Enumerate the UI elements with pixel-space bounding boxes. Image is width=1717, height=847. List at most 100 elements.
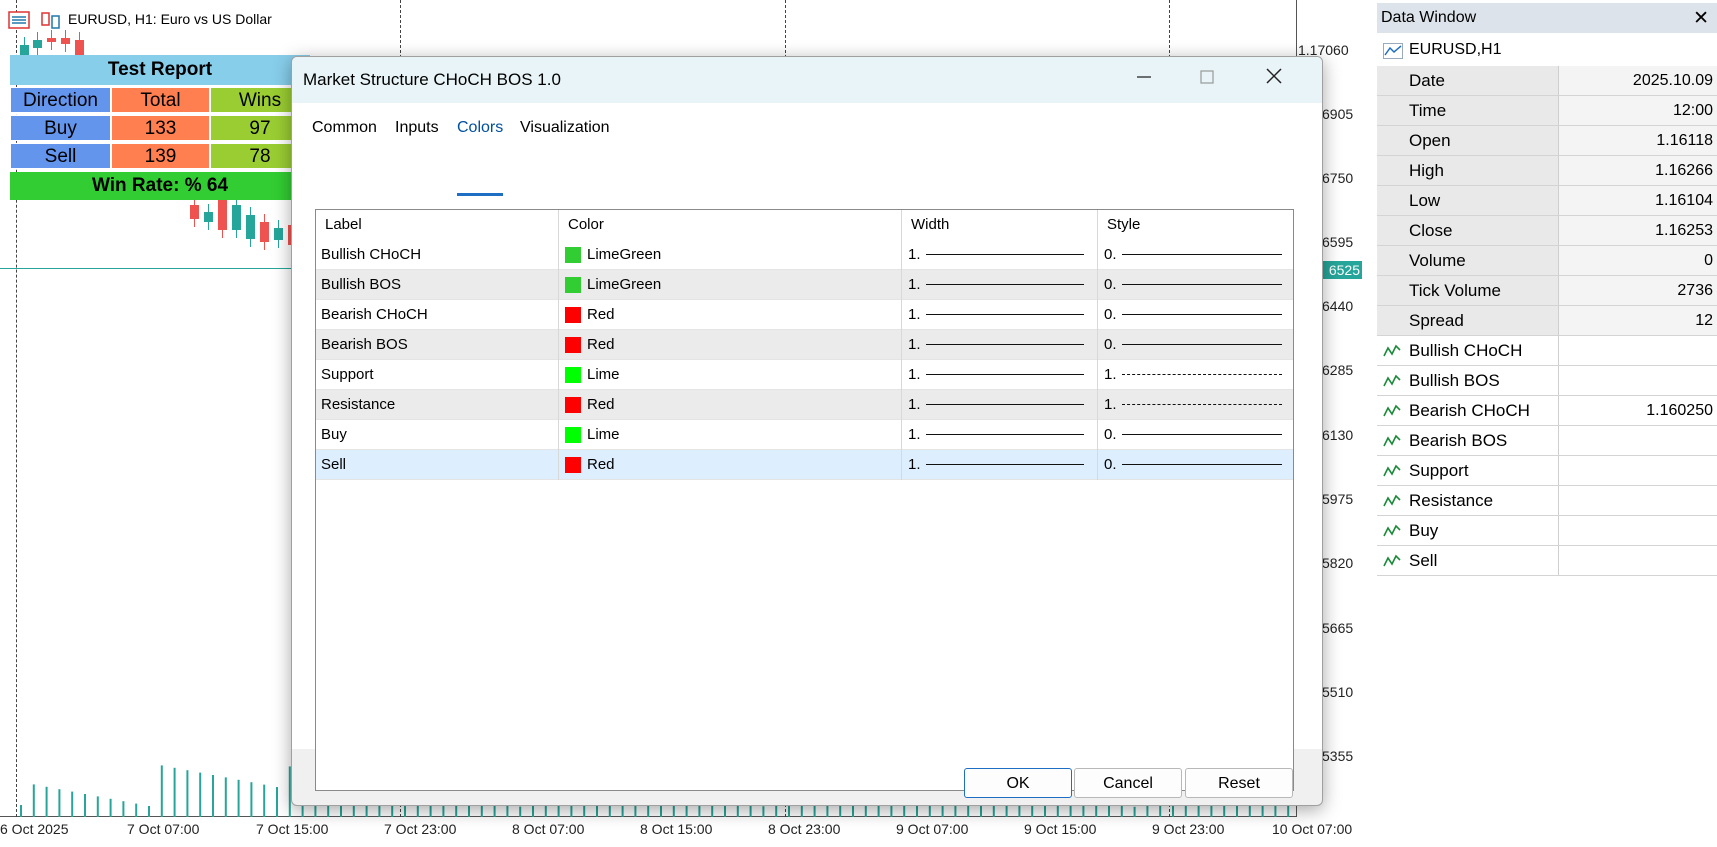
width-select[interactable]: 1. [902,300,1098,330]
color-swatch [565,247,581,263]
column-header-color[interactable]: Color [559,210,902,240]
indicator-row: Sell [1377,546,1717,576]
color-row[interactable]: Bearish CHoCH Red 1. 0. [316,300,1293,330]
indicator-row: Buy [1377,516,1717,546]
color-picker[interactable]: LimeGreen [559,270,902,300]
color-row[interactable]: Support Lime 1. 1. [316,360,1293,390]
style-select[interactable]: 0. [1098,330,1293,360]
data-row: Spread 12 [1377,306,1717,336]
time-tick: 8 Oct 15:00 [640,821,713,837]
reset-button[interactable]: Reset [1185,768,1293,798]
data-row-value: 1.16253 [1559,216,1717,245]
indicator-row: Support [1377,456,1717,486]
width-select[interactable]: 1. [902,390,1098,420]
style-select[interactable]: 1. [1098,390,1293,420]
volume-bar [1248,805,1251,817]
ok-button[interactable]: OK [964,768,1072,798]
color-row[interactable]: Bearish BOS Red 1. 0. [316,330,1293,360]
color-row[interactable]: Bullish CHoCH LimeGreen 1. 0. [316,240,1293,270]
volume-bar [122,801,125,817]
color-picker[interactable]: Red [559,330,902,360]
close-button[interactable] [1260,67,1288,95]
style-select[interactable]: 0. [1098,300,1293,330]
column-header-width[interactable]: Width [902,210,1098,240]
row-label: Bearish CHoCH [316,300,559,330]
width-value: 1. [908,276,921,293]
data-row: High 1.16266 [1377,156,1717,186]
indicator-row: Resistance [1377,486,1717,516]
color-picker[interactable]: LimeGreen [559,240,902,270]
width-value: 1. [908,246,921,263]
volume-bar [250,782,253,817]
data-window-header[interactable]: Data Window ✕ [1377,3,1717,33]
color-picker[interactable]: Lime [559,420,902,450]
data-window: Data Window ✕ EURUSD,H1 Date 2025.10.09 Ti… [1377,0,1717,847]
style-select[interactable]: 1. [1098,360,1293,390]
width-select[interactable]: 1. [902,240,1098,270]
color-row[interactable]: Resistance Red 1. 1. [316,390,1293,420]
tab-inputs[interactable]: Inputs [395,119,439,137]
indicator-row-label: Bearish BOS [1377,426,1559,455]
line-chart-icon [1383,43,1403,59]
minimize-button[interactable] [1130,67,1158,95]
color-picker[interactable]: Red [559,450,902,480]
width-select[interactable]: 1. [902,450,1098,480]
style-value: 0. [1104,426,1117,443]
volume-bar [45,786,48,817]
tab-colors[interactable]: Colors [457,119,503,137]
color-name: LimeGreen [587,246,662,263]
price-tick: 6440 [1322,298,1354,314]
time-tick: 8 Oct 23:00 [768,821,841,837]
color-row[interactable]: Buy Lime 1. 0. [316,420,1293,450]
data-window-title: Data Window [1381,9,1477,26]
data-row-label: Tick Volume [1377,276,1559,305]
color-row[interactable]: Bullish BOS LimeGreen 1. 0. [316,270,1293,300]
row-label: Bullish BOS [316,270,559,300]
indicator-row: Bearish BOS [1377,426,1717,456]
width-select[interactable]: 1. [902,330,1098,360]
width-select[interactable]: 1. [902,270,1098,300]
color-swatch [565,427,581,443]
volume-bar [96,796,99,817]
volume-bar [58,789,61,817]
colors-grid[interactable]: Label Color Width Style Bullish CHoCH Lim… [315,209,1294,791]
active-tab-indicator [457,193,503,196]
width-value: 1. [908,336,921,353]
report-title: Test Report [10,55,310,85]
column-header-style[interactable]: Style [1098,210,1293,240]
indicator-row: Bullish BOS [1377,366,1717,396]
width-line-preview [926,284,1084,285]
style-select[interactable]: 0. [1098,450,1293,480]
tab-common[interactable]: Common [312,119,377,137]
volume-bar [1120,804,1123,817]
volume-bar [148,806,150,817]
style-value: 1. [1104,366,1117,383]
time-tick: 9 Oct 15:00 [1024,821,1097,837]
data-row: Tick Volume 2736 [1377,276,1717,306]
style-value: 0. [1104,306,1117,323]
data-row-label: Volume [1377,246,1559,275]
style-select[interactable]: 0. [1098,270,1293,300]
style-value: 0. [1104,276,1117,293]
maximize-button[interactable] [1193,67,1221,95]
width-select[interactable]: 1. [902,420,1098,450]
width-select[interactable]: 1. [902,360,1098,390]
dialog-titlebar[interactable]: Market Structure CHoCH BOS 1.0 [292,57,1322,103]
style-line-preview [1122,284,1282,285]
data-row: Time 12:00 [1377,96,1717,126]
current-price-tag: 6525 [1318,261,1362,279]
color-picker[interactable]: Red [559,390,902,420]
style-select[interactable]: 0. [1098,240,1293,270]
column-header-label[interactable]: Label [316,210,559,240]
cancel-button[interactable]: Cancel [1074,768,1182,798]
color-picker[interactable]: Red [559,300,902,330]
tab-visualization[interactable]: Visualization [520,119,610,137]
row-label: Resistance [316,390,559,420]
data-window-symbol: EURUSD,H1 [1377,35,1717,65]
data-row-value: 1.16118 [1559,126,1717,155]
width-line-preview [926,434,1084,435]
color-picker[interactable]: Lime [559,360,902,390]
style-select[interactable]: 0. [1098,420,1293,450]
color-row[interactable]: Sell Red 1. 0. [316,450,1293,480]
close-icon[interactable]: ✕ [1693,7,1709,30]
